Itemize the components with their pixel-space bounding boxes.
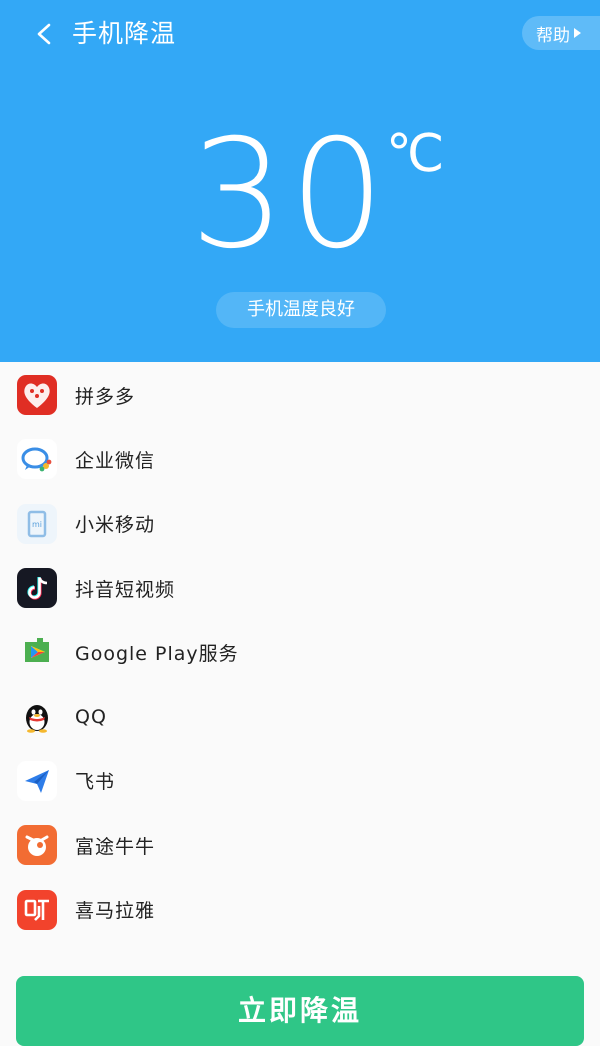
help-button[interactable]: 帮助 — [522, 16, 600, 50]
app-name: 拼多多 — [75, 385, 136, 408]
back-button[interactable] — [28, 18, 60, 50]
back-arrow-icon — [37, 23, 51, 45]
list-item[interactable]: 飞书 — [0, 749, 600, 813]
qq-icon — [17, 697, 57, 737]
list-item[interactable]: 喜马拉雅 — [0, 877, 600, 941]
app-name: 小米移动 — [75, 514, 156, 537]
svg-text:mi: mi — [32, 520, 42, 529]
app-list: 拼多多 企业微信 mi 小米移动 抖音短视频 Google Play服务 QQ … — [0, 363, 600, 942]
temperature-value: 30 — [190, 108, 389, 282]
list-item[interactable]: 富途牛牛 — [0, 813, 600, 877]
cool-down-button[interactable]: 立即降温 — [16, 976, 584, 1046]
header: 手机降温 帮助 30 ℃ 手机温度良好 — [0, 0, 600, 362]
list-item[interactable]: QQ — [0, 684, 600, 748]
app-name: 企业微信 — [75, 449, 156, 472]
feishu-icon — [17, 760, 57, 801]
app-name: 富途牛牛 — [75, 835, 156, 858]
status-badge: 手机温度良好 — [216, 292, 386, 328]
app-name: QQ — [75, 705, 107, 728]
play-triangle-icon — [574, 28, 581, 38]
google-play-services-icon — [17, 632, 57, 672]
app-name: 喜马拉雅 — [75, 900, 156, 923]
ximalaya-icon — [17, 889, 57, 930]
help-label: 帮助 — [536, 25, 570, 46]
app-name: 抖音短视频 — [75, 578, 176, 601]
app-name: Google Play服务 — [75, 642, 239, 665]
douyin-icon — [17, 568, 57, 609]
page-title: 手机降温 — [72, 19, 177, 48]
list-item[interactable]: mi 小米移动 — [0, 492, 600, 556]
mi-mobile-icon: mi — [17, 503, 57, 544]
temperature-display: 30 ℃ — [0, 120, 600, 270]
list-item[interactable]: 抖音短视频 — [0, 556, 600, 620]
temperature-unit: ℃ — [386, 124, 445, 184]
pinduoduo-icon — [17, 375, 57, 416]
list-item[interactable]: 企业微信 — [0, 427, 600, 491]
list-item[interactable]: 拼多多 — [0, 363, 600, 427]
wecom-icon — [17, 439, 57, 480]
futu-icon — [17, 825, 57, 866]
list-item[interactable]: Google Play服务 — [0, 620, 600, 684]
app-name: 飞书 — [75, 771, 116, 794]
